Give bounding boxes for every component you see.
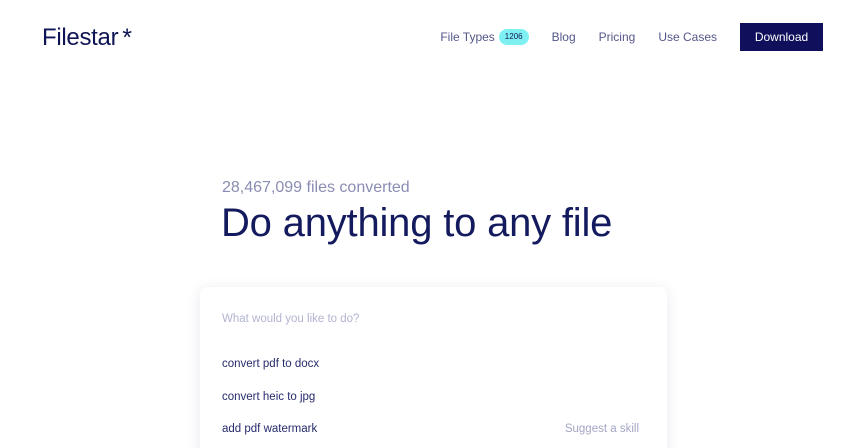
nav-file-types-label: File Types: [440, 30, 495, 44]
top-nav: File Types 1206 Blog Pricing Use Cases D…: [440, 23, 823, 51]
files-converted-counter: 28,467,099 files converted: [222, 179, 410, 196]
nav-pricing[interactable]: Pricing: [599, 30, 636, 44]
nav-file-types[interactable]: File Types 1206: [440, 29, 529, 45]
page: Filestar * File Types 1206 Blog Pricing …: [0, 0, 855, 448]
download-button[interactable]: Download: [740, 23, 823, 51]
suggestion-item[interactable]: convert pdf to docx: [222, 358, 319, 370]
file-types-count-badge: 1206: [498, 29, 529, 45]
nav-blog[interactable]: Blog: [552, 30, 576, 44]
search-card: convert pdf to docx convert heic to jpg …: [200, 287, 667, 448]
suggestion-item[interactable]: add pdf watermark: [222, 423, 317, 435]
logo-text: Filestar: [42, 23, 119, 51]
suggestion-item[interactable]: convert heic to jpg: [222, 391, 315, 403]
page-title: Do anything to any file: [221, 201, 613, 245]
logo-asterisk-icon: *: [122, 24, 132, 52]
logo[interactable]: Filestar *: [42, 23, 132, 53]
search-input[interactable]: [222, 309, 642, 329]
suggest-skill-link[interactable]: Suggest a skill: [565, 423, 639, 435]
nav-use-cases[interactable]: Use Cases: [658, 30, 717, 44]
